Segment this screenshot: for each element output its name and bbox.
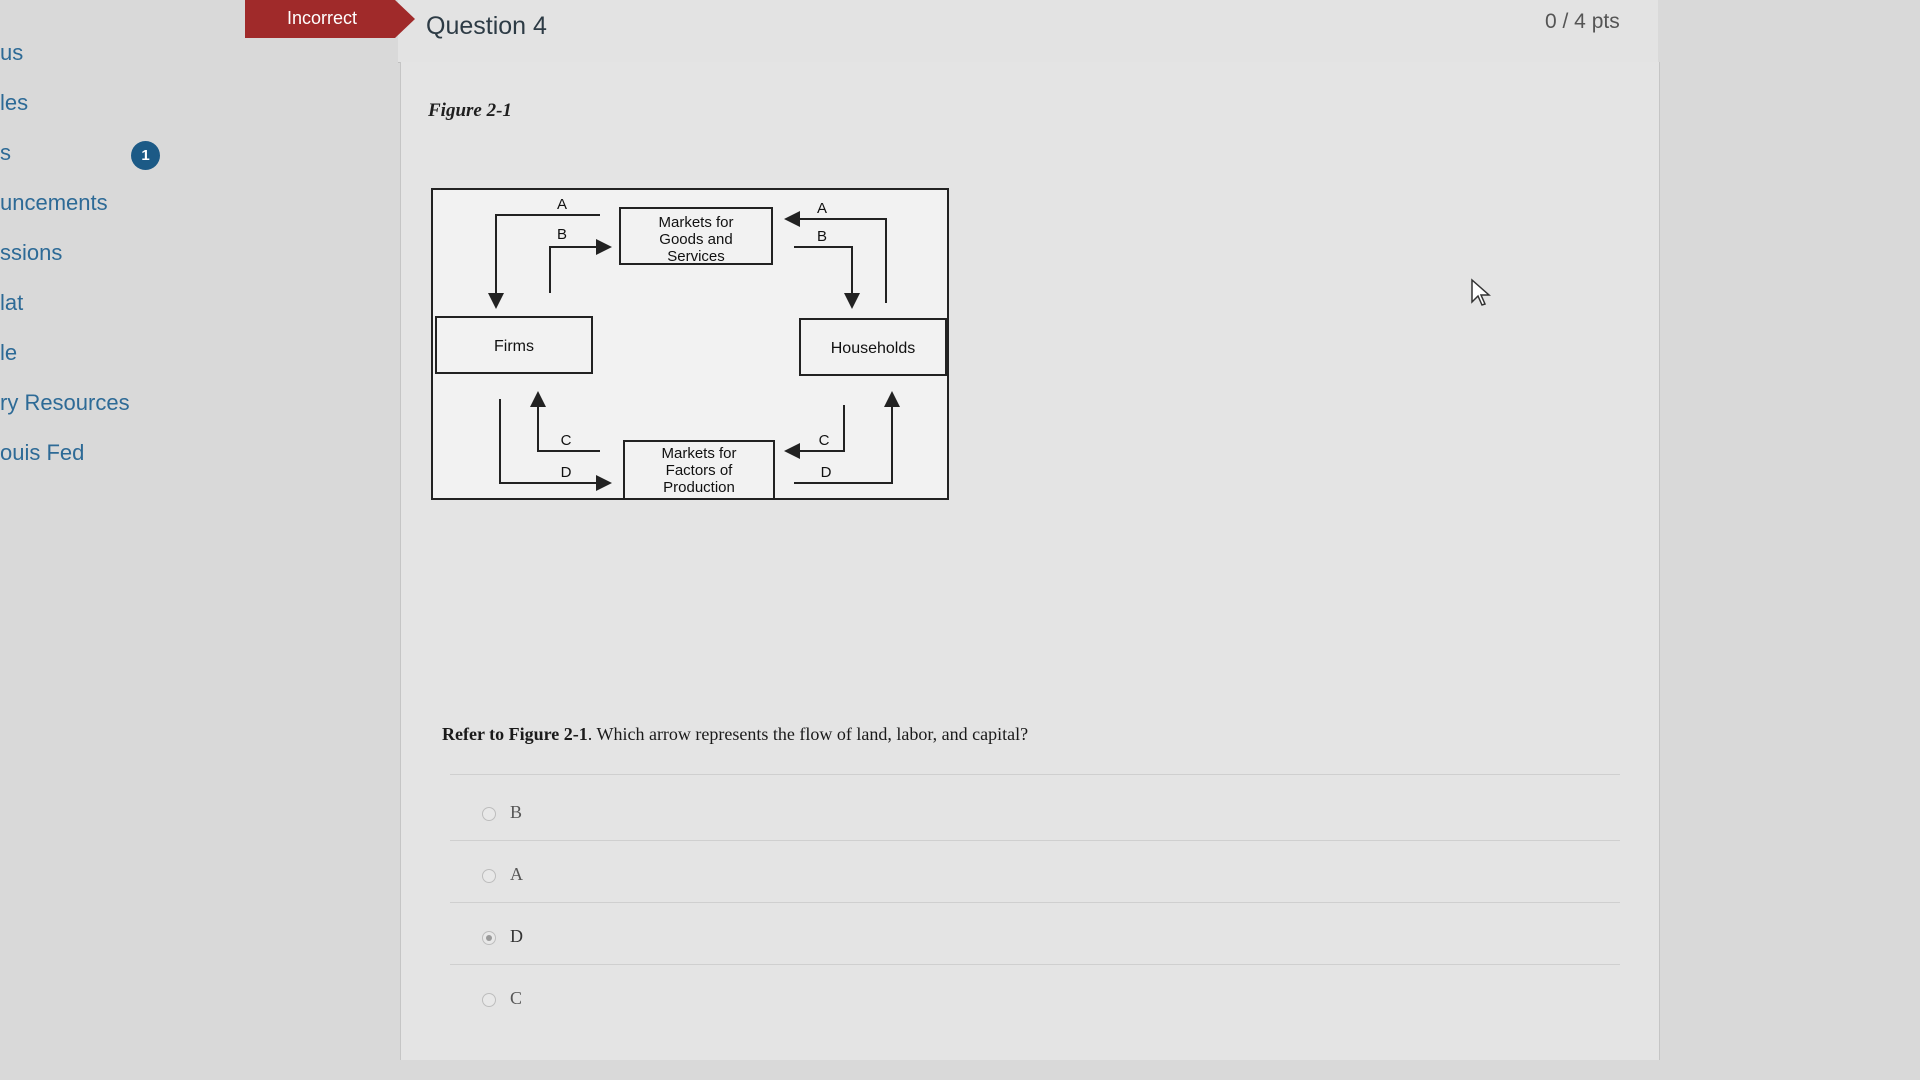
answer-label: D (510, 926, 523, 946)
question-prompt-ref: Refer to Figure 2-1 (442, 724, 588, 744)
answer-divider (450, 840, 1620, 841)
nav-item-label: s (0, 140, 11, 165)
households-label: Households (831, 340, 916, 357)
answer-radio-checked[interactable] (482, 931, 496, 945)
nav-item-library-resources[interactable]: ry Resources (0, 378, 240, 428)
nav-item-1[interactable]: us (0, 28, 240, 78)
nav-item-6[interactable]: le (0, 328, 240, 378)
answer-divider (450, 774, 1620, 775)
notification-badge: 1 (131, 141, 160, 170)
answer-option[interactable]: A (450, 848, 1620, 908)
nav-item-st-louis-fed[interactable]: ouis Fed (0, 428, 240, 478)
mouse-cursor-icon (1471, 278, 1491, 306)
nav-item-3[interactable]: s 1 (0, 128, 240, 178)
answer-option[interactable]: B (450, 786, 1620, 846)
course-navigation: us les s 1 uncements ssions lat le ry Re… (0, 28, 240, 478)
firms-label: Firms (494, 338, 534, 355)
answer-label: B (510, 802, 523, 822)
question-prompt: Refer to Figure 2-1. Which arrow represe… (442, 724, 1028, 745)
nav-item-discussions[interactable]: ssions (0, 228, 240, 278)
answer-label: A (510, 864, 523, 884)
arrow-c-left-label: C (561, 432, 572, 449)
answer-radio[interactable] (482, 869, 496, 883)
question-title: Question 4 (426, 12, 547, 40)
arrow-a-right-label: A (817, 200, 827, 217)
arrow-d-left-label: D (561, 464, 572, 481)
answer-option[interactable]: C (450, 972, 1620, 1032)
incorrect-flag: Incorrect (245, 0, 395, 38)
incorrect-flag-tip (395, 0, 415, 38)
factor-market-line2: Factors of (666, 462, 734, 479)
arrow-d-right-label: D (821, 464, 832, 481)
answer-radio[interactable] (482, 993, 496, 1007)
arrow-c-right-label: C (819, 432, 830, 449)
answer-label: C (510, 988, 523, 1008)
arrow-b-left-label: B (557, 226, 567, 243)
goods-market-line3: Services (667, 248, 725, 265)
question-points: 0 / 4 pts (1545, 10, 1620, 33)
answer-option-selected[interactable]: D (450, 910, 1620, 970)
answer-divider (450, 902, 1620, 903)
nav-item-2[interactable]: les (0, 78, 240, 128)
answer-divider (450, 964, 1620, 965)
question-prompt-text: . Which arrow represents the flow of lan… (587, 724, 1029, 744)
figure-title: Figure 2-1 (428, 100, 512, 121)
goods-market-line1: Markets for (658, 214, 733, 231)
goods-market-line2: Goods and (659, 231, 732, 248)
circular-flow-diagram: Markets for Goods and Services Markets f… (431, 188, 949, 500)
answer-radio[interactable] (482, 807, 496, 821)
nav-item-chat[interactable]: lat (0, 278, 240, 328)
arrow-a-left-label: A (557, 196, 567, 213)
question-header (398, 0, 1658, 63)
nav-item-announcements[interactable]: uncements (0, 178, 240, 228)
factor-market-line1: Markets for (661, 445, 736, 462)
factor-market-line3: Production (663, 479, 735, 496)
arrow-b-right-label: B (817, 228, 827, 245)
